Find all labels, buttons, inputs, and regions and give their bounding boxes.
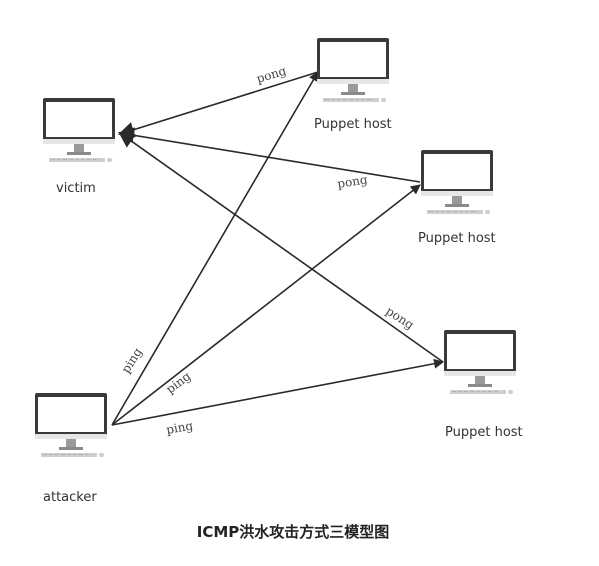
edge-label-ping-2: ping xyxy=(163,369,193,397)
edge-ping-attacker-puppet2 xyxy=(111,184,421,426)
computer-icon xyxy=(35,393,107,457)
node-victim: victim xyxy=(43,98,115,196)
icmp-flood-diagram: pong pong pong ping ping ping victim Pup… xyxy=(35,38,523,541)
node-label-victim: victim xyxy=(56,181,96,196)
node-label-puppet-host-2: Puppet host xyxy=(418,231,496,246)
edge-ping-attacker-puppet1 xyxy=(111,71,319,426)
edge-label-ping-3: ping xyxy=(165,418,194,437)
edge-pong-puppet2-victim xyxy=(118,127,421,183)
edge-pong-puppet1-victim xyxy=(118,71,319,138)
edge-label-ping-1: ping xyxy=(119,345,145,376)
node-label-puppet-host-3: Puppet host xyxy=(445,425,523,440)
computer-icon xyxy=(43,98,115,162)
diagram-title: ICMP洪水攻击方式三模型图 xyxy=(197,523,390,541)
computer-icon xyxy=(317,38,389,102)
node-puppet-host-1: Puppet host xyxy=(314,38,392,132)
node-puppet-host-3: Puppet host xyxy=(444,330,523,440)
node-puppet-host-2: Puppet host xyxy=(418,150,496,246)
computer-icon xyxy=(421,150,493,214)
node-label-attacker: attacker xyxy=(43,490,97,505)
computer-icon xyxy=(444,330,516,394)
node-attacker: attacker xyxy=(35,393,107,505)
node-label-puppet-host-1: Puppet host xyxy=(314,117,392,132)
edge-label-pong-3: pong xyxy=(383,304,416,332)
edge-ping-attacker-puppet3 xyxy=(111,358,444,426)
edge-label-pong-2: pong xyxy=(336,172,368,191)
